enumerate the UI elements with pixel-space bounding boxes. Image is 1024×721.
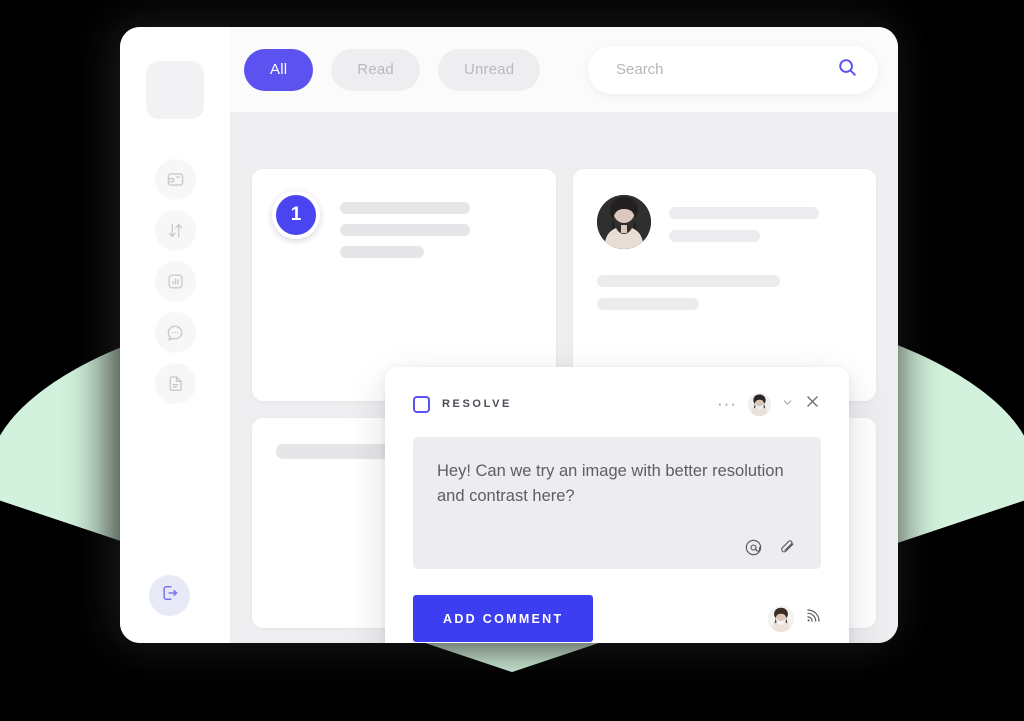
filter-tab-unread-label: Unread [463, 61, 515, 78]
comment-badge-count: 1 [290, 204, 302, 225]
popup-header-actions: ··· [717, 392, 821, 416]
broadcast-icon[interactable] [804, 608, 821, 630]
skeleton-line [340, 224, 471, 236]
sidebar-item-reports[interactable] [154, 261, 196, 302]
ellipsis-icon[interactable]: ··· [717, 395, 737, 412]
sidebar-item-messages[interactable] [154, 312, 196, 353]
chevron-down-icon[interactable] [782, 395, 793, 413]
comment-popup-header: RESOLVE ··· [413, 389, 821, 419]
topbar: All Read Unread [230, 27, 898, 112]
filter-tab-read[interactable]: Read [331, 48, 420, 91]
sidebar-item-logout[interactable] [149, 575, 190, 616]
chart-icon [166, 272, 185, 291]
search-icon[interactable] [836, 56, 858, 83]
avatar[interactable] [748, 392, 771, 416]
skeleton-line [596, 275, 781, 287]
search-input[interactable] [616, 61, 836, 78]
comment-badge[interactable]: 1 [272, 191, 320, 239]
comment-popup-footer: ADD COMMENT [413, 595, 821, 642]
comment-message-box[interactable]: Hey! Can we try an image with better res… [413, 437, 821, 569]
content-area: 1 RESOLVE ··· Hey! Can we try an image w… [230, 112, 898, 643]
filter-tab-unread[interactable]: Unread [437, 48, 541, 91]
sidebar-item-inbox[interactable] [154, 159, 196, 200]
sidebar [120, 27, 230, 643]
avatar [596, 195, 651, 249]
skeleton-line [668, 207, 819, 219]
skeleton-line [340, 246, 425, 258]
avatar[interactable] [768, 605, 794, 632]
logout-icon [160, 583, 180, 608]
inbox-icon [166, 170, 185, 189]
skeleton-lines-lower [596, 275, 853, 310]
paperclip-icon[interactable] [778, 538, 797, 557]
comment-compose-actions [437, 524, 797, 557]
filter-tab-all[interactable]: All [244, 48, 314, 91]
close-icon[interactable] [804, 393, 821, 415]
comment-popup: RESOLVE ··· Hey! Can we try an image wit… [385, 367, 849, 643]
sort-arrows-icon [166, 221, 185, 240]
at-mention-icon[interactable] [744, 538, 763, 557]
skeleton-line [596, 298, 699, 310]
sidebar-item-transfers[interactable] [154, 210, 196, 251]
main-pane: All Read Unread Search 1 RESOLVE ··· Hey… [230, 27, 898, 643]
comment-message-text: Hey! Can we try an image with better res… [437, 462, 784, 506]
logo-placeholder[interactable] [146, 61, 204, 119]
document-icon [166, 374, 185, 393]
filter-tab-all-label: All [270, 61, 288, 78]
sidebar-item-documents[interactable] [154, 363, 196, 404]
resolve-label[interactable]: RESOLVE [442, 398, 512, 410]
checkbox-icon[interactable] [413, 395, 430, 413]
filter-tab-read-label: Read [357, 61, 394, 78]
add-comment-button[interactable]: ADD COMMENT [413, 595, 594, 642]
badge-row: 1 [272, 191, 532, 258]
footer-actions [768, 605, 821, 632]
avatar-row [596, 195, 853, 249]
skeleton-line [668, 230, 761, 242]
search-box[interactable] [588, 45, 878, 94]
chat-bubble-icon [165, 323, 185, 343]
skeleton-lines [668, 195, 853, 242]
sidebar-nav [154, 159, 196, 404]
app-window: All Read Unread Search 1 RESOLVE ··· Hey… [120, 27, 898, 643]
skeleton-lines [340, 195, 532, 258]
skeleton-line [340, 202, 471, 214]
screenshot-canvas: All Read Unread Search 1 RESOLVE ··· Hey… [0, 0, 1024, 721]
